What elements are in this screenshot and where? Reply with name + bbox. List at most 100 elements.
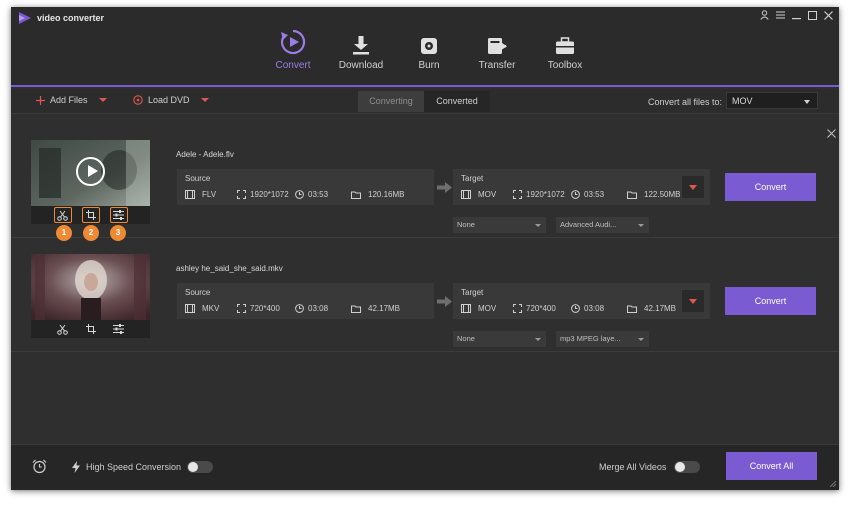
resize-grip-icon[interactable]	[830, 481, 836, 487]
convert-all-button[interactable]: Convert All	[726, 452, 817, 480]
folder-icon	[627, 305, 637, 313]
file-name: ashley he_said_she_said.mkv	[176, 264, 283, 273]
film-icon	[185, 304, 195, 313]
clock-icon	[295, 190, 304, 199]
target-label: Target	[461, 288, 484, 297]
video-thumbnail[interactable]	[31, 140, 150, 224]
add-files-label: Add Files	[50, 95, 88, 105]
toolbox-icon	[556, 37, 574, 54]
play-icon[interactable]	[76, 157, 105, 186]
target-duration: 03:08	[571, 304, 604, 313]
source-label: Source	[185, 288, 211, 297]
arrow-right-icon	[437, 296, 452, 307]
film-icon	[461, 190, 471, 199]
video-thumbnail[interactable]	[31, 254, 150, 338]
menu-icon[interactable]	[774, 8, 787, 22]
add-files-button[interactable]: Add Files	[36, 95, 107, 105]
tab-converted[interactable]: Converted	[424, 91, 490, 112]
thumbnail-image	[31, 254, 150, 320]
output-format-value: MOV	[732, 96, 753, 106]
subtitle-select[interactable]: None	[453, 217, 546, 233]
toolbar: Add Files Load DVD Converting Converted …	[11, 89, 839, 114]
tab-transfer[interactable]: Transfer	[463, 25, 531, 87]
audio-track-select[interactable]: mp3 MPEG laye...	[556, 331, 649, 347]
edit-tools	[31, 320, 150, 338]
target-size: 42.17MB	[627, 304, 676, 313]
trim-button[interactable]	[54, 321, 72, 337]
scissors-icon	[57, 324, 68, 335]
tab-download[interactable]: Download	[327, 25, 395, 87]
source-label: Source	[185, 174, 211, 183]
target-format-dropdown[interactable]	[682, 176, 704, 198]
trim-button[interactable]	[53, 207, 72, 223]
chevron-down-icon[interactable]	[98, 98, 107, 102]
minimize-icon[interactable]	[790, 8, 803, 22]
tab-burn[interactable]: Burn	[395, 25, 463, 87]
chevron-down-icon	[638, 338, 644, 341]
audio-track-select[interactable]: Advanced Audi...	[556, 217, 649, 233]
crop-button[interactable]	[81, 207, 100, 223]
chevron-down-icon[interactable]	[200, 98, 209, 102]
load-dvd-label: Load DVD	[148, 95, 190, 105]
merge-all-videos: Merge All Videos	[599, 461, 701, 473]
source-info: Source FLV 1920*1072 03:53 120.16MB	[177, 169, 434, 205]
clock-icon	[295, 304, 304, 313]
target-format: MOV	[461, 190, 496, 199]
window-controls	[758, 8, 835, 22]
source-info: Source MKV 720*400 03:08 42.17MB	[177, 283, 434, 319]
footer-bar: High Speed Conversion Merge All Videos C…	[11, 444, 839, 490]
lightning-icon	[72, 461, 80, 473]
file-row: ashley he_said_she_said.mkv Source MKV 7…	[11, 238, 839, 352]
sliders-icon	[113, 210, 124, 220]
merge-toggle[interactable]	[674, 461, 701, 473]
tab-toolbox[interactable]: Toolbox	[531, 25, 599, 87]
burn-icon	[421, 38, 437, 54]
source-format: FLV	[185, 190, 216, 199]
user-icon[interactable]	[758, 8, 771, 22]
tab-convert[interactable]: Convert	[259, 25, 327, 87]
target-info[interactable]: Target MOV 720*400 03:08 42.17MB	[453, 283, 710, 319]
subtitle-select[interactable]: None	[453, 331, 546, 347]
source-duration: 03:53	[295, 190, 328, 199]
tab-burn-label: Burn	[418, 60, 440, 71]
resolution-icon	[513, 190, 522, 199]
main-nav: Convert Download Burn Transfer Toolbox	[259, 25, 599, 87]
file-row: 1 2 3 Adele - Adele.flv Source FLV 1920*…	[11, 124, 839, 241]
app-window: video converter Convert Download Burn Tr…	[11, 7, 839, 490]
tab-transfer-label: Transfer	[478, 60, 516, 71]
tab-convert-label: Convert	[275, 60, 311, 71]
effects-button[interactable]	[109, 207, 128, 223]
maximize-icon[interactable]	[806, 8, 819, 22]
title-bar: video converter Convert Download Burn Tr…	[11, 7, 839, 87]
file-name: Adele - Adele.flv	[176, 150, 234, 159]
convert-button[interactable]: Convert	[725, 287, 816, 315]
output-format-select[interactable]: MOV	[726, 92, 818, 109]
target-info[interactable]: Target MOV 1920*1072 03:53 122.50MB	[453, 169, 710, 205]
source-format: MKV	[185, 304, 219, 313]
crop-button[interactable]	[82, 321, 100, 337]
clock-icon	[571, 190, 580, 199]
resolution-icon	[237, 304, 246, 313]
transfer-icon	[488, 38, 507, 54]
scissors-icon	[57, 210, 68, 221]
target-size: 122.50MB	[627, 190, 680, 199]
folder-icon	[351, 191, 361, 199]
target-format-dropdown[interactable]	[682, 290, 704, 312]
high-speed-label: High Speed Conversion	[86, 462, 182, 472]
source-size: 42.17MB	[351, 304, 400, 313]
tab-converting[interactable]: Converting	[358, 91, 424, 112]
tab-toolbox-label: Toolbox	[547, 60, 583, 71]
file-list: 1 2 3 Adele - Adele.flv Source FLV 1920*…	[11, 124, 839, 444]
high-speed-toggle[interactable]	[187, 461, 214, 473]
clock-icon	[571, 304, 580, 313]
dvd-icon	[133, 95, 143, 105]
load-dvd-button[interactable]: Load DVD	[133, 95, 209, 105]
target-format: MOV	[461, 304, 496, 313]
chevron-down-icon	[638, 224, 644, 227]
edit-tools	[31, 206, 150, 224]
alarm-clock-icon[interactable]	[32, 459, 47, 474]
convert-button[interactable]: Convert	[725, 173, 816, 201]
effects-button[interactable]	[110, 321, 128, 337]
merge-label: Merge All Videos	[599, 462, 667, 472]
close-icon[interactable]	[822, 8, 835, 22]
